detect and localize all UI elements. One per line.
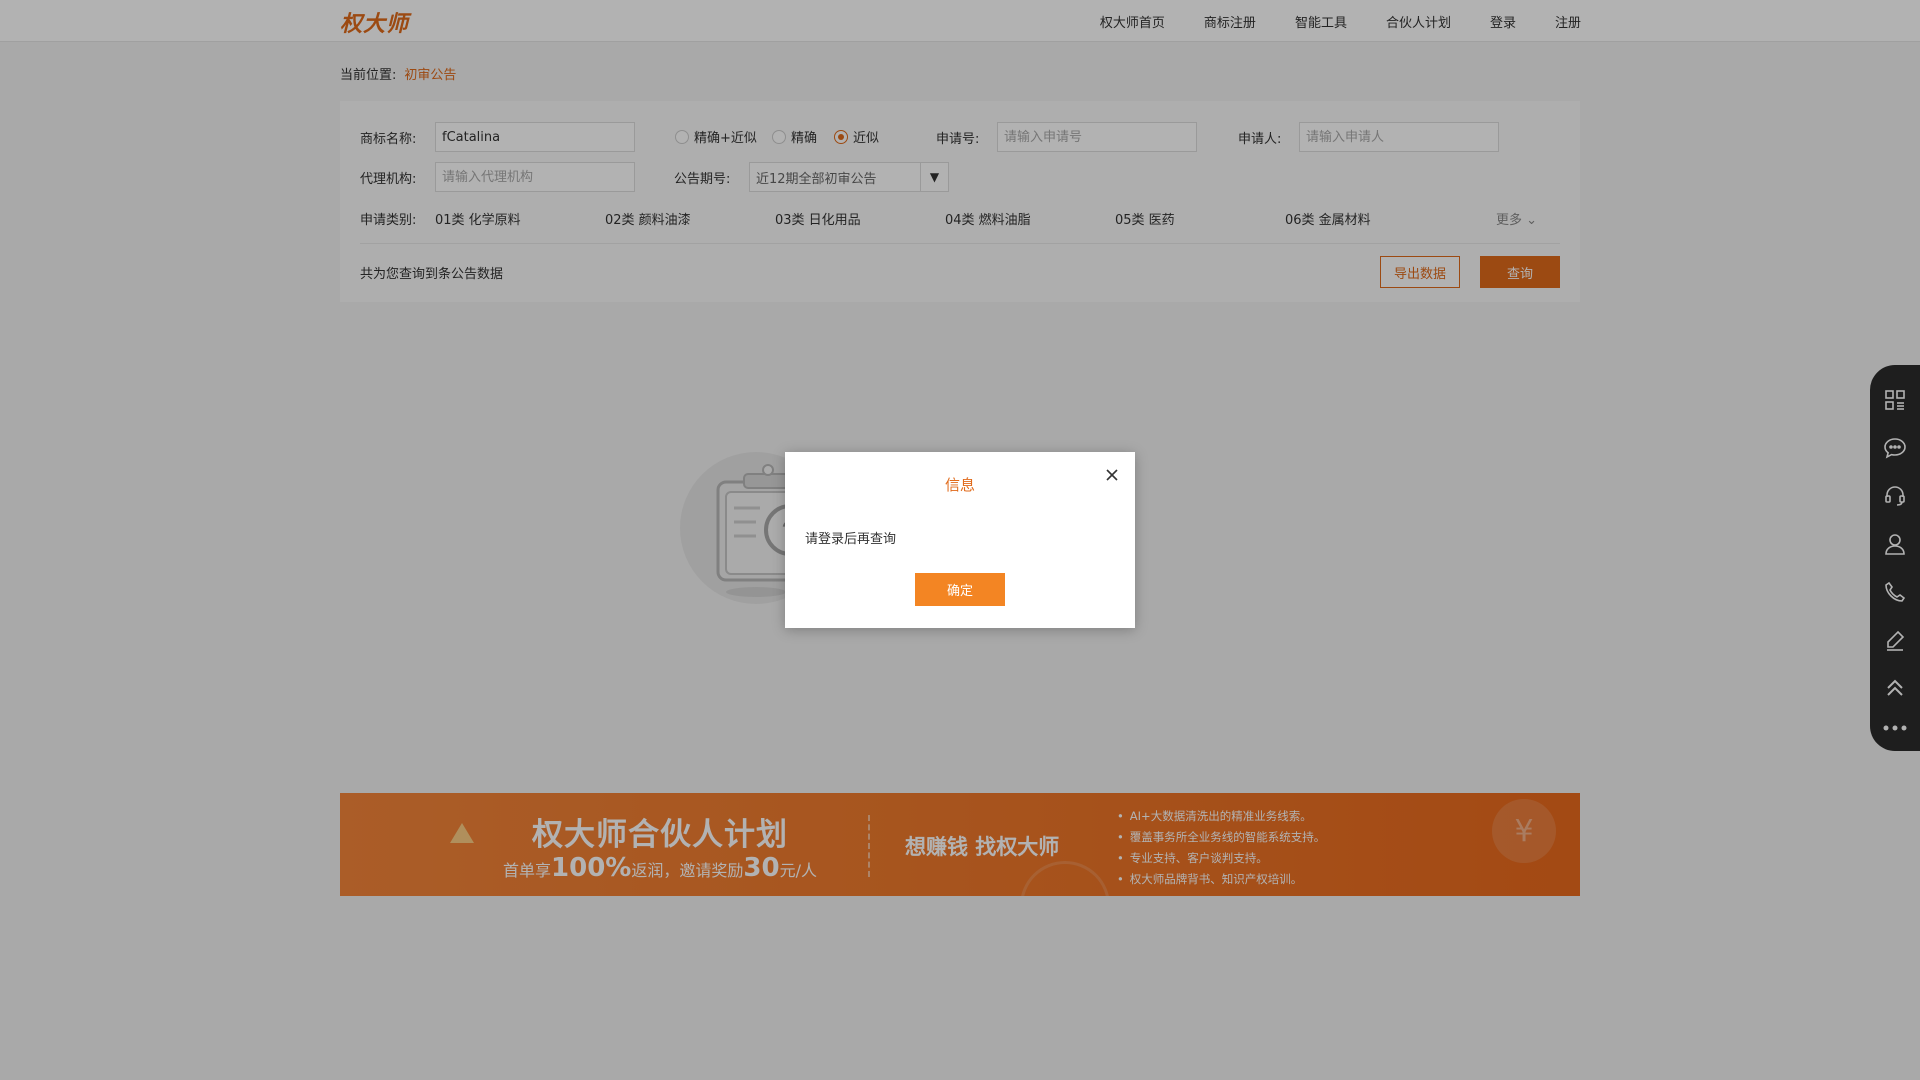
confirm-button[interactable]: 确定 [915,573,1005,606]
close-icon[interactable] [1101,464,1123,486]
dialog-title: 信息 [944,476,975,494]
login-required-dialog: 信息 请登录后再查询 确定 [785,452,1135,628]
dialog-message: 请登录后再查询 [805,532,897,547]
